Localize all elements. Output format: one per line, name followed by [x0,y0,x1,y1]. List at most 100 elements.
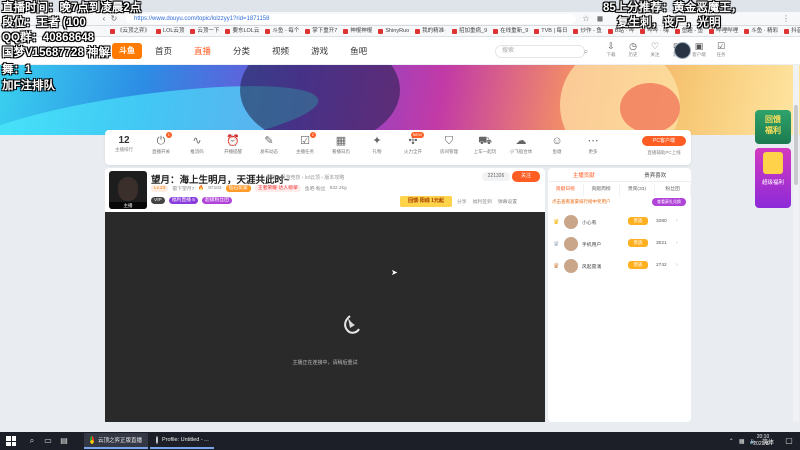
header-history-button[interactable]: ◷ 历史 [626,40,640,58]
bookmark-item[interactable]: TVB | 每日 [534,26,567,36]
bookmark-item[interactable]: ShinyRuo [378,26,409,36]
tool-calendar[interactable]: ▦ 看播日历 [323,134,359,156]
rank-name[interactable]: 风起雷涌 [582,263,601,270]
file-explorer-icon[interactable]: ▤ [58,435,70,447]
network-icon[interactable]: ▦ [739,438,745,445]
bookmark-item[interactable]: 炒作 - 鱼 [573,26,602,36]
task-icon: ☑ [716,41,726,51]
nav-item[interactable]: 首页 [155,45,172,57]
rank-avatar[interactable] [564,215,578,229]
rank-avatar[interactable] [564,237,578,251]
tool-tasks[interactable]: ☑ 主播任务 2 [287,132,323,156]
fans-info[interactable]: 鱼吧·粉丝 [305,185,326,192]
user-avatar[interactable] [674,42,691,59]
taskbar-obs[interactable]: Profile: Untitled - ... [150,433,214,449]
rank-tab[interactable]: 贡献日榜 [548,184,584,196]
rank-counter[interactable]: 12 主播排行 [111,135,137,153]
bookmark-item[interactable]: 招加重病_9 [452,26,487,36]
gift-promo[interactable]: 超级福利 [755,148,791,208]
taskbar-clock[interactable]: 20:10 2021/8/7 [748,434,778,448]
star-icon[interactable]: ☆ [580,13,592,25]
welfare-promo[interactable]: 回馈 福利 [755,110,791,144]
header-download-button[interactable]: ⇩ 下载 [604,40,618,58]
bookmark-item[interactable]: 要东LOL云 [225,26,259,36]
notification-icon[interactable]: ▢ [784,436,794,446]
task-view-icon[interactable]: ▭ [42,435,54,447]
rank-head-item[interactable]: 主播贡献 [573,171,595,179]
bookmark-item[interactable]: 在线重新_9 [493,26,528,36]
tray-arrow-icon[interactable]: ⌃ [729,438,734,445]
rank-row[interactable]: ♛ 小心有 贵族 3280 › [548,212,691,234]
tool-more[interactable]: ⋯ 更多 [575,134,611,156]
fan-club-tag[interactable]: 超级粉丝团 [201,197,232,204]
nav-item[interactable]: 视频 [272,45,289,57]
site-logo[interactable]: 斗鱼 [112,43,142,59]
rank-avatar[interactable] [564,259,578,273]
bookmark-item[interactable]: 斗鱼 · 精彩 [744,26,778,36]
header-icon-label: 关注 [650,52,660,57]
video-player[interactable]: 主播正在连接中，请稍后重试 ➤ [105,212,545,422]
rank-name[interactable]: 手机用户 [582,241,601,248]
bookmark-favicon-icon [156,28,162,34]
tool-bus[interactable]: ☁ 小飞船合体 [503,134,539,156]
rank-tab[interactable]: 贡献周榜 [584,184,620,196]
rank-tab[interactable]: 贵宾(33) [620,184,656,196]
welfare-tag[interactable]: 福利直播 5 [168,197,198,204]
rank-name[interactable]: 小心有 [582,219,596,226]
tool-alarm[interactable]: ⏰ 开播提醒 [215,134,251,156]
anchor-name[interactable]: 雷下望月7 [172,185,194,192]
search-icon[interactable]: ⌕ [26,435,38,447]
search-input[interactable]: 搜索 [495,45,585,58]
bookmark-item[interactable]: 抖音创作者 [784,26,800,36]
tool-shield[interactable]: ⛉ 房间管理 [431,134,467,156]
rank-row[interactable]: ♛ 风起雷涌 贵族 2742 › [548,256,691,278]
stream-action[interactable]: 弹幕设置 [498,198,517,205]
windows-start-icon[interactable] [6,436,16,446]
follow-button[interactable]: 关注 [512,171,540,182]
address-bar[interactable]: https://www.douyu.com/topic/lolzzyy1?rid… [126,14,576,24]
bookmark-item[interactable]: 掌下重开7 [305,26,337,36]
stream-action[interactable]: 分享 [457,198,467,205]
rank-tab[interactable]: 粉丝团 [655,184,691,196]
rank-note[interactable]: 点击查看富豪排行榜中奖用户 [552,199,611,205]
menu-icon[interactable]: ⋮ [780,13,792,25]
site-header: 斗鱼 首页直播分类视频游戏鱼吧 搜索 ⌕ ⇩下载◷历史♡关注✉消息▣客户端☑任务 [0,37,800,65]
nav-item[interactable]: 游戏 [311,45,328,57]
header-broadcast-button[interactable]: ▣ 客户端 [692,40,706,58]
bookmark-item[interactable]: 斗鱼 - 每个 [265,26,299,36]
vip-tag[interactable]: VIP [151,197,165,204]
tool-fan[interactable]: ✣ 火力全开 NEW [395,132,431,156]
rank-badge[interactable]: 王者荣耀·达人榜单 [254,185,301,192]
scrollbar-thumb[interactable] [794,105,798,185]
tool-gift[interactable]: ✦ 礼物 [359,134,395,156]
bookmark-item[interactable]: LOL云顶 [156,26,184,36]
pc-client-button[interactable]: PC客户端 [642,136,686,146]
rank-head-item[interactable]: 贵宾喜欢 [644,171,666,179]
bookmark-item[interactable]: 《云顶之弈》 [110,26,150,36]
bookmark-item[interactable]: 我的精准· [415,26,446,36]
page-scrollbar[interactable] [793,65,799,422]
room-category[interactable]: 英雄 · 网游竞技 › lol云顶 › 版本攻略 [266,174,344,181]
promo-banner[interactable]: 回馈·阳线 1元起 [400,196,452,207]
edit-icon: ✎ [264,135,274,147]
side-promo[interactable]: 回馈 福利 超级福利 [755,110,791,210]
header-follow-button[interactable]: ♡ 关注 [648,40,662,58]
tool-toggle[interactable]: ⏻ 直播开关 1 [143,132,179,156]
stream-action[interactable]: 福利签到 [473,198,492,205]
bookmark-item[interactable]: 云顶一下 [190,26,219,36]
search-icon[interactable]: ⌕ [575,45,597,58]
tool-edit[interactable]: ✎ 发布动态 [251,134,287,156]
anchor-avatar[interactable]: 主播 [109,171,147,209]
bookmark-item[interactable]: 神棍神棍 [343,26,372,36]
nav-item[interactable]: 分类 [233,45,250,57]
tool-group[interactable]: ☺ 鱼塘 [539,134,575,156]
exchange-button[interactable]: 查看豪礼兑换 [652,198,686,206]
tool-car[interactable]: ⛟ 上车一起玩 [467,134,503,156]
gold-badge[interactable]: 钻石玩家 [225,185,251,192]
taskbar-chrome[interactable]: 云顶之弈正版直播 [84,433,148,449]
header-task-button[interactable]: ☑ 任务 [714,40,728,58]
nav-item[interactable]: 鱼吧 [350,45,367,57]
nav-item[interactable]: 直播 [194,45,211,57]
tool-wave[interactable]: ∿ 推流码 [179,134,215,156]
rank-row[interactable]: ♛ 手机用户 贵族 3021 › [548,234,691,256]
